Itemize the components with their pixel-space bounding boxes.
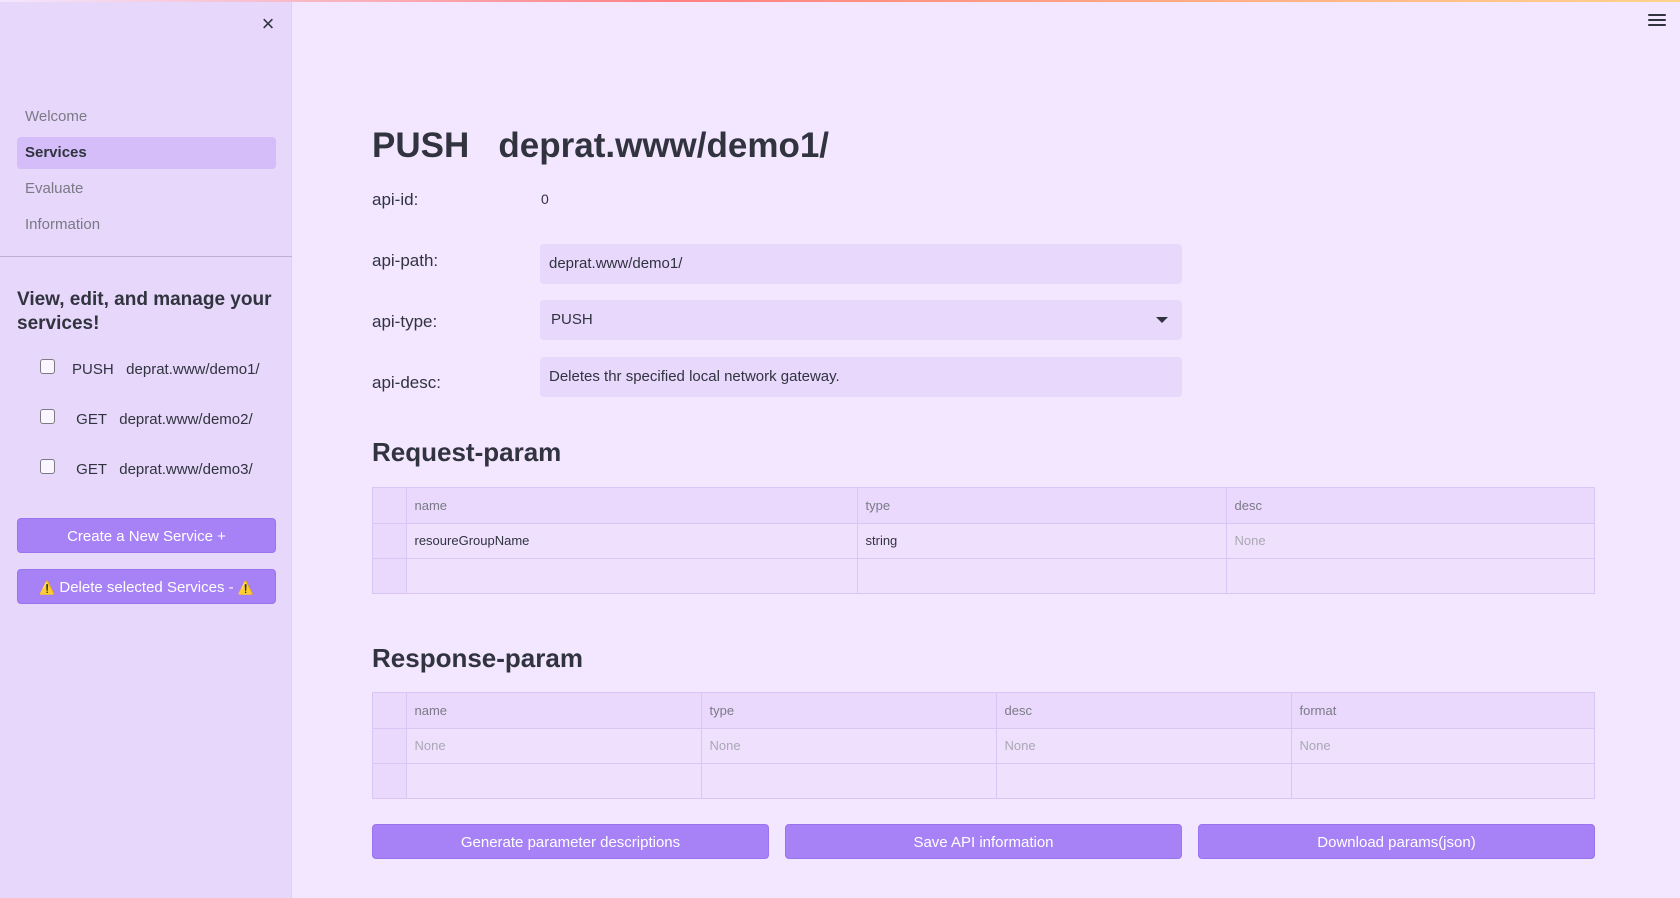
sidebar-divider — [0, 256, 292, 257]
list-item: GET deprat.www/demo2/ — [40, 405, 280, 455]
table-cell[interactable] — [857, 558, 1227, 593]
hamburger-menu-icon[interactable] — [1648, 14, 1666, 30]
delete-services-button[interactable]: ⚠️ Delete selected Services - ⚠️ — [17, 569, 276, 604]
api-id-label: api-id: — [372, 190, 419, 209]
table-cell[interactable] — [406, 558, 858, 593]
download-params-button[interactable]: Download params(json) — [1198, 824, 1595, 859]
list-item: GET deprat.www/demo3/ — [40, 455, 280, 505]
response-param-table: name type desc format None None None Non… — [372, 692, 1595, 799]
close-icon[interactable]: × — [258, 13, 278, 35]
table-cell[interactable]: None — [1226, 523, 1594, 559]
row-index-cell[interactable] — [373, 523, 407, 559]
table-cell[interactable] — [701, 763, 997, 798]
sidebar-item-information[interactable]: Information — [17, 209, 276, 241]
api-desc-input[interactable]: Deletes thr specified local network gate… — [540, 357, 1182, 397]
service-list: PUSH deprat.www/demo1/ GET deprat.www/de… — [40, 355, 280, 505]
column-header[interactable]: name — [406, 693, 702, 729]
row-index-header — [373, 488, 407, 524]
table-row-empty — [373, 763, 1594, 798]
table-row: resoureGroupName string None — [373, 523, 1594, 559]
table-cell[interactable] — [1226, 558, 1594, 593]
column-header[interactable]: format — [1291, 693, 1594, 729]
table-cell[interactable] — [996, 763, 1292, 798]
table-row-empty — [373, 558, 1594, 593]
warning-icon: ⚠️ — [237, 580, 254, 595]
table-cell[interactable]: string — [857, 523, 1227, 559]
sidebar-heading: View, edit, and manage your services! — [17, 289, 272, 334]
service-checkbox[interactable] — [40, 359, 55, 374]
response-param-title: Response-param — [372, 643, 583, 673]
row-index-cell[interactable] — [373, 728, 407, 764]
table-cell[interactable]: None — [406, 728, 702, 764]
api-type-label: api-type: — [372, 312, 438, 331]
api-path-label: api-path: — [372, 251, 439, 270]
chevron-down-icon — [1156, 317, 1168, 323]
table-cell[interactable]: resoureGroupName — [406, 523, 858, 559]
list-item: PUSH deprat.www/demo1/ — [40, 355, 280, 405]
service-checkbox[interactable] — [40, 409, 55, 424]
table-header-row: name type desc — [373, 488, 1594, 524]
service-checkbox[interactable] — [40, 459, 55, 474]
column-header[interactable]: type — [701, 693, 997, 729]
row-index-cell[interactable] — [373, 763, 407, 798]
sidebar-item-welcome[interactable]: Welcome — [17, 101, 276, 133]
api-path-input[interactable]: deprat.www/demo1/ — [540, 244, 1182, 284]
sidebar: × Welcome Services Evaluate Information … — [0, 0, 292, 898]
column-header[interactable]: desc — [1226, 488, 1594, 524]
table-cell[interactable]: None — [1291, 728, 1594, 764]
row-index-header — [373, 693, 407, 729]
table-cell[interactable]: None — [996, 728, 1292, 764]
service-label: GET deprat.www/demo2/ — [72, 411, 253, 428]
service-label: GET deprat.www/demo3/ — [72, 461, 253, 478]
table-cell[interactable] — [406, 763, 702, 798]
service-label: PUSH deprat.www/demo1/ — [72, 361, 260, 378]
generate-descriptions-button[interactable]: Generate parameter descriptions — [372, 824, 769, 859]
page-title: PUSH deprat.www/demo1/ — [372, 126, 830, 165]
sidebar-item-evaluate[interactable]: Evaluate — [17, 173, 276, 205]
api-type-select[interactable]: PUSH — [540, 300, 1182, 340]
api-type-value: PUSH — [551, 311, 593, 328]
request-param-title: Request-param — [372, 437, 562, 467]
create-service-button[interactable]: Create a New Service + — [17, 518, 276, 553]
request-param-table: name type desc resoureGroupName string N… — [372, 487, 1595, 594]
api-id-value: 0 — [541, 191, 549, 207]
api-desc-label: api-desc: — [372, 373, 441, 392]
table-cell[interactable] — [1291, 763, 1594, 798]
delete-services-label: Delete selected Services - — [59, 579, 234, 596]
column-header[interactable]: desc — [996, 693, 1292, 729]
table-header-row: name type desc format — [373, 693, 1594, 729]
column-header[interactable]: name — [406, 488, 858, 524]
column-header[interactable]: type — [857, 488, 1227, 524]
sidebar-nav: Welcome Services Evaluate Information — [17, 101, 276, 245]
top-decoration-bar — [0, 0, 1680, 2]
table-cell[interactable]: None — [701, 728, 997, 764]
save-api-button[interactable]: Save API information — [785, 824, 1182, 859]
sidebar-item-services[interactable]: Services — [17, 137, 276, 169]
table-row: None None None None — [373, 728, 1594, 764]
warning-icon: ⚠️ — [39, 580, 56, 595]
row-index-cell[interactable] — [373, 558, 407, 593]
